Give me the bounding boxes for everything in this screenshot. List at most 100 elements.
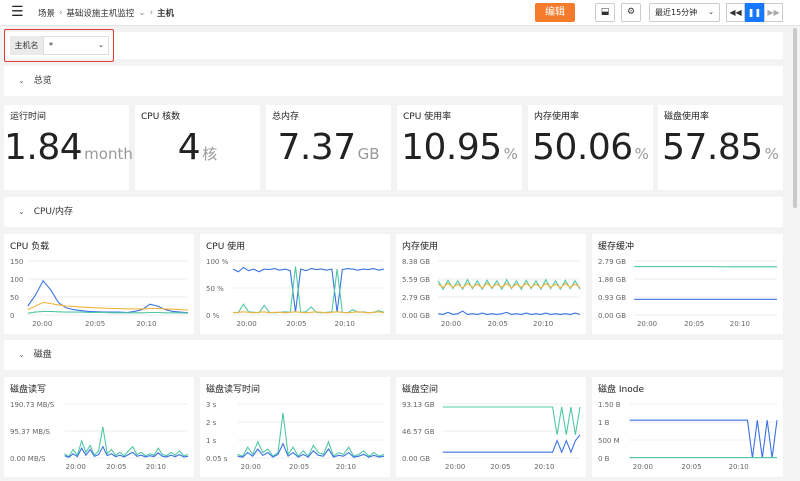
- breadcrumb-item[interactable]: 基础设施主机监控: [66, 7, 134, 19]
- stat-unit: %: [764, 145, 779, 163]
- section-cpu-memory[interactable]: ⌄ CPU/内存: [4, 197, 783, 227]
- y-tick-label: 190.73 MB/S: [10, 401, 55, 409]
- stat-memory-usage: 内存使用率 50.06%: [528, 105, 653, 190]
- stat-uptime: 运行时间 1.84 month: [4, 105, 133, 190]
- chart-cpu-usage[interactable]: 100 % 50 % 0 % 20:00 20:05 20:10 CPU 使用: [200, 234, 390, 334]
- y-tick-label: 3 s: [206, 401, 217, 409]
- y-tick-label: 1 B: [598, 419, 610, 427]
- x-tick-label: 20:00: [445, 463, 465, 471]
- edit-button[interactable]: 编辑: [535, 3, 575, 22]
- x-tick-label: 20:10: [534, 463, 554, 471]
- scrollbar[interactable]: [793, 28, 797, 208]
- rewind-icon[interactable]: ◀◀: [726, 3, 745, 22]
- section-overview[interactable]: ⌄ 总览: [4, 66, 783, 96]
- stat-unit: month: [84, 145, 133, 163]
- chevron-down-icon: ⌄: [18, 76, 25, 85]
- gear-icon[interactable]: ⚙: [621, 3, 641, 22]
- stat-value: 50.06: [532, 127, 633, 168]
- y-tick-label: 0: [10, 312, 14, 320]
- chart-disk-space[interactable]: 93.13 GB 46.57 GB 0.00 GB 20:00 20:05 20:10 磁…: [396, 377, 586, 477]
- chart-title: CPU 使用: [206, 242, 246, 252]
- chart-disk-inode[interactable]: 1.50 B 1 B 500 M 0 B 20:00 20:05 20:10 磁盘 Inod…: [592, 377, 783, 477]
- y-tick-label: 46.57 GB: [402, 428, 435, 436]
- chart-title: 磁盘 Inode: [598, 385, 644, 395]
- chevron-down-icon[interactable]: ⌄: [138, 8, 145, 18]
- hostname-value: *: [49, 41, 53, 50]
- stat-total-memory: 总内存 7.37 GB: [266, 105, 391, 190]
- y-tick-label: 0 %: [206, 312, 220, 320]
- y-tick-label: 1.50 B: [598, 401, 621, 409]
- chevron-down-icon: ⌄: [18, 207, 25, 216]
- x-tick-label: 20:10: [730, 320, 750, 328]
- stat-value: 10.95: [401, 127, 502, 168]
- variable-label: 主机名: [10, 36, 43, 55]
- stat-title: 总内存: [272, 112, 300, 122]
- stat-unit: GB: [357, 145, 380, 163]
- time-range-value: 最近15分钟: [655, 8, 698, 17]
- breadcrumb-item[interactable]: 场景: [38, 7, 55, 19]
- series-line: [64, 445, 189, 458]
- chart-disk-io[interactable]: 190.73 MB/S 95.37 MB/S 0.00 MB/S 20:00 20:05…: [4, 377, 194, 477]
- x-tick-label: 20:00: [637, 320, 657, 328]
- x-tick-label: 20:10: [533, 320, 553, 328]
- hamburger-icon[interactable]: ☰: [11, 4, 24, 20]
- series-line: [629, 419, 778, 459]
- variable-bar: [4, 32, 783, 59]
- y-tick-label: 0 B: [598, 455, 610, 463]
- series-line: [237, 412, 385, 458]
- chart-cpu-load[interactable]: 150 100 50 0 20:00 20:05 20:10 CPU 负载: [4, 234, 194, 334]
- stat-cpu-usage: CPU 使用率 10.95%: [397, 105, 522, 190]
- stat-title: CPU 核数: [141, 112, 181, 122]
- y-tick-label: 5.59 GB: [402, 276, 430, 284]
- y-tick-label: 0.05 s: [206, 455, 228, 463]
- y-tick-label: 8.38 GB: [402, 258, 430, 266]
- x-tick-label: 20:05: [106, 463, 126, 471]
- stat-unit: %: [634, 145, 649, 163]
- chart-disk-io-time[interactable]: 3 s 2 s 1 s 0.05 s 20:00 20:05 20:10 磁盘读写时间: [200, 377, 390, 477]
- series-line: [232, 266, 385, 313]
- time-range-select[interactable]: 最近15分钟 ⌄: [649, 3, 720, 22]
- hostname-select[interactable]: * ⌄: [43, 36, 109, 55]
- y-tick-label: 0.00 GB: [402, 455, 430, 463]
- y-tick-label: 100 %: [206, 258, 229, 266]
- x-tick-label: 20:05: [85, 320, 105, 328]
- x-tick-label: 20:00: [633, 463, 653, 471]
- stat-title: 磁盘使用率: [664, 112, 710, 122]
- y-tick-label: 0.00 GB: [598, 312, 626, 320]
- chart-memory-usage[interactable]: 8.38 GB 5.59 GB 2.79 GB 0.00 GB 20:00 20:05 20…: [396, 234, 586, 334]
- chevron-down-icon: ⌄: [708, 8, 714, 16]
- section-title: 总览: [33, 76, 52, 86]
- pause-icon[interactable]: ❚❚: [745, 3, 764, 22]
- top-toolbar: ☰ 场景 › 基础设施主机监控 ⌄ › 主机 编辑 ⬓ ⚙ 最近15分钟 ⌄ ◀…: [0, 0, 800, 26]
- x-tick-label: 20:10: [336, 463, 356, 471]
- x-tick-label: 20:00: [241, 463, 261, 471]
- chevron-right-icon: ›: [59, 8, 63, 18]
- stat-value: 1.84: [4, 127, 83, 168]
- fast-forward-icon[interactable]: ▶▶: [764, 3, 783, 22]
- chart-title: CPU 负载: [10, 242, 50, 252]
- x-tick-label: 20:00: [236, 320, 256, 328]
- chart-title: 内存使用: [402, 242, 439, 252]
- stat-title: CPU 使用率: [403, 112, 452, 122]
- section-disk[interactable]: ⌄ 磁盘: [4, 340, 783, 370]
- series-line: [27, 301, 189, 311]
- x-tick-label: 20:10: [136, 320, 156, 328]
- x-tick-label: 20:05: [681, 463, 701, 471]
- y-tick-label: 2.79 GB: [402, 294, 430, 302]
- share-icon[interactable]: ⬓: [595, 3, 615, 22]
- x-tick-label: 20:10: [335, 320, 355, 328]
- y-tick-label: 1.86 GB: [598, 276, 626, 284]
- y-tick-label: 95.37 MB/S: [10, 428, 50, 436]
- chart-title: 磁盘读写时间: [206, 385, 261, 395]
- x-tick-label: 20:10: [729, 463, 749, 471]
- series-line: [232, 266, 385, 314]
- chart-cache-buffer[interactable]: 2.79 GB 1.86 GB 0.93 GB 0.00 GB 20:00 20:05 20…: [592, 234, 783, 334]
- stat-value: 57.85: [662, 127, 763, 168]
- chart-title: 缓存缓冲: [598, 242, 635, 252]
- stat-unit: 核: [202, 145, 218, 163]
- stat-unit: %: [503, 145, 518, 163]
- series-line: [437, 278, 581, 291]
- y-tick-label: 93.13 GB: [402, 401, 435, 409]
- chevron-down-icon: ⌄: [98, 41, 104, 49]
- y-tick-label: 2 s: [206, 419, 217, 427]
